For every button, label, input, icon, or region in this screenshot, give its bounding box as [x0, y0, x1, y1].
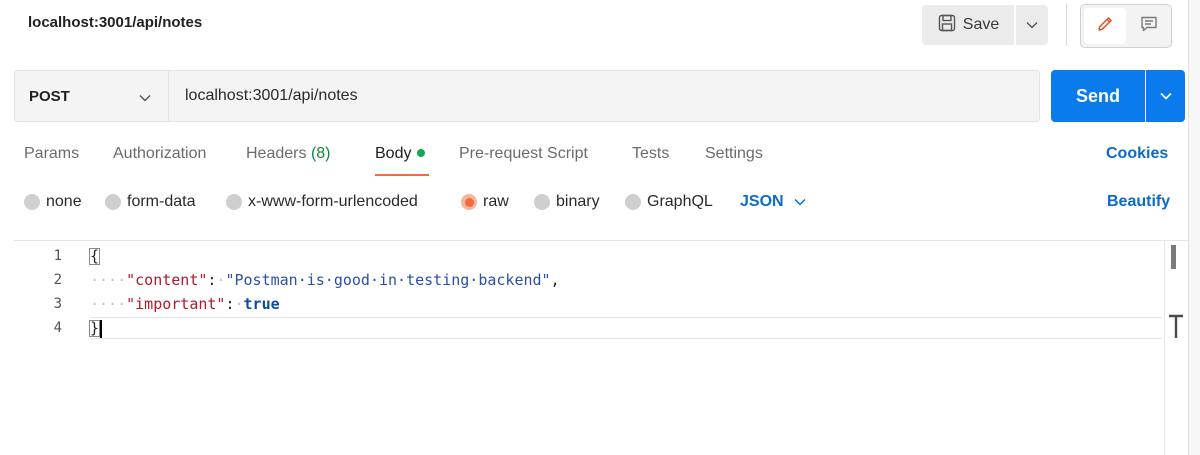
view-mode-toggle — [1080, 4, 1172, 48]
raw-format-label: JSON — [740, 193, 784, 210]
close-brace: } — [88, 319, 101, 337]
body-type-label: none — [46, 193, 82, 210]
chevron-down-icon — [1159, 87, 1172, 105]
code-line-3[interactable]: ····"important":·true — [90, 295, 280, 313]
json-key: "content" — [126, 271, 208, 289]
tab-body-label: Body — [375, 145, 412, 162]
open-brace: { — [88, 247, 101, 265]
radio-button[interactable] — [105, 194, 121, 210]
raw-format-select[interactable]: JSON — [740, 193, 806, 211]
beautify-button[interactable]: Beautify — [1107, 193, 1170, 211]
body-type-urlencoded[interactable]: x-www-form-urlencoded — [226, 193, 418, 211]
side-panel-edge — [1188, 0, 1200, 455]
body-type-form-data[interactable]: form-data — [105, 193, 195, 211]
save-options-button[interactable] — [1016, 5, 1048, 45]
send-options-button[interactable] — [1146, 70, 1185, 122]
request-header: localhost:3001/api/notes Save — [0, 0, 1200, 52]
line-number: 2 — [53, 272, 62, 288]
chevron-down-icon — [794, 193, 806, 211]
tab-authorization[interactable]: Authorization — [113, 145, 206, 163]
body-type-label: GraphQL — [647, 193, 713, 210]
active-line-highlight — [90, 317, 1162, 339]
code-line-4[interactable]: } — [88, 319, 103, 338]
request-title[interactable]: localhost:3001/api/notes — [28, 14, 202, 31]
radio-button-selected[interactable] — [461, 194, 477, 210]
send-button[interactable]: Send — [1051, 70, 1145, 122]
line-number: 4 — [53, 320, 62, 336]
json-colon: : — [225, 295, 235, 313]
active-tab-underline — [375, 174, 429, 176]
json-comma: , — [550, 271, 560, 289]
body-type-label: x-www-form-urlencoded — [248, 193, 418, 210]
code-line-2[interactable]: ····"content":·"Postman·is·good·in·testi… — [90, 271, 560, 289]
comments-button[interactable] — [1128, 8, 1170, 44]
body-type-label: raw — [483, 193, 509, 210]
chevron-down-icon — [1026, 16, 1038, 34]
chevron-down-icon — [139, 89, 151, 107]
body-indicator-dot — [417, 148, 426, 157]
editor-scrollbar-track[interactable] — [1164, 240, 1165, 455]
tab-params[interactable]: Params — [24, 145, 79, 163]
indent-whitespace: ···· — [90, 271, 127, 289]
method-label: POST — [29, 88, 70, 105]
tab-body[interactable]: Body — [375, 145, 426, 163]
body-type-binary[interactable]: binary — [534, 193, 600, 211]
tab-headers[interactable]: Headers (8) — [246, 145, 331, 163]
line-number: 1 — [53, 248, 62, 264]
radio-button[interactable] — [534, 194, 550, 210]
radio-button[interactable] — [226, 194, 242, 210]
json-boolean-value: true — [243, 295, 280, 313]
headers-count: (8) — [310, 145, 331, 162]
tab-prerequest-script[interactable]: Pre-request Script — [459, 145, 588, 163]
body-type-label: form-data — [127, 193, 196, 210]
body-type-label: binary — [556, 193, 600, 210]
save-button[interactable]: Save — [922, 5, 1014, 45]
editor-scrollbar-thumb[interactable] — [1171, 245, 1176, 269]
code-line-1[interactable]: { — [88, 247, 101, 265]
editor-border — [14, 240, 1188, 241]
pencil-icon — [1095, 14, 1115, 39]
radio-button[interactable] — [24, 194, 40, 210]
json-key: "important" — [126, 295, 226, 313]
comment-icon — [1139, 14, 1159, 39]
url-input[interactable]: localhost:3001/api/notes — [168, 70, 1040, 122]
tab-settings[interactable]: Settings — [705, 145, 763, 163]
radio-button[interactable] — [625, 194, 641, 210]
body-type-graphql[interactable]: GraphQL — [625, 193, 713, 211]
text-cursor — [100, 319, 103, 338]
method-select[interactable]: POST — [14, 70, 168, 122]
edit-mode-button[interactable] — [1084, 8, 1126, 44]
cookies-link[interactable]: Cookies — [1106, 145, 1168, 163]
tab-headers-label: Headers — [246, 145, 307, 162]
body-type-raw[interactable]: raw — [461, 193, 509, 211]
json-string-value: "Postman·is·good·in·testing·backend" — [225, 271, 551, 289]
divider — [1066, 4, 1067, 46]
i-beam-cursor-icon — [1166, 314, 1186, 345]
body-type-none[interactable]: none — [24, 193, 82, 211]
save-icon — [937, 13, 957, 38]
save-label: Save — [962, 16, 1000, 33]
line-number: 3 — [53, 296, 62, 312]
indent-whitespace: ···· — [90, 295, 127, 313]
tab-tests[interactable]: Tests — [632, 145, 669, 163]
